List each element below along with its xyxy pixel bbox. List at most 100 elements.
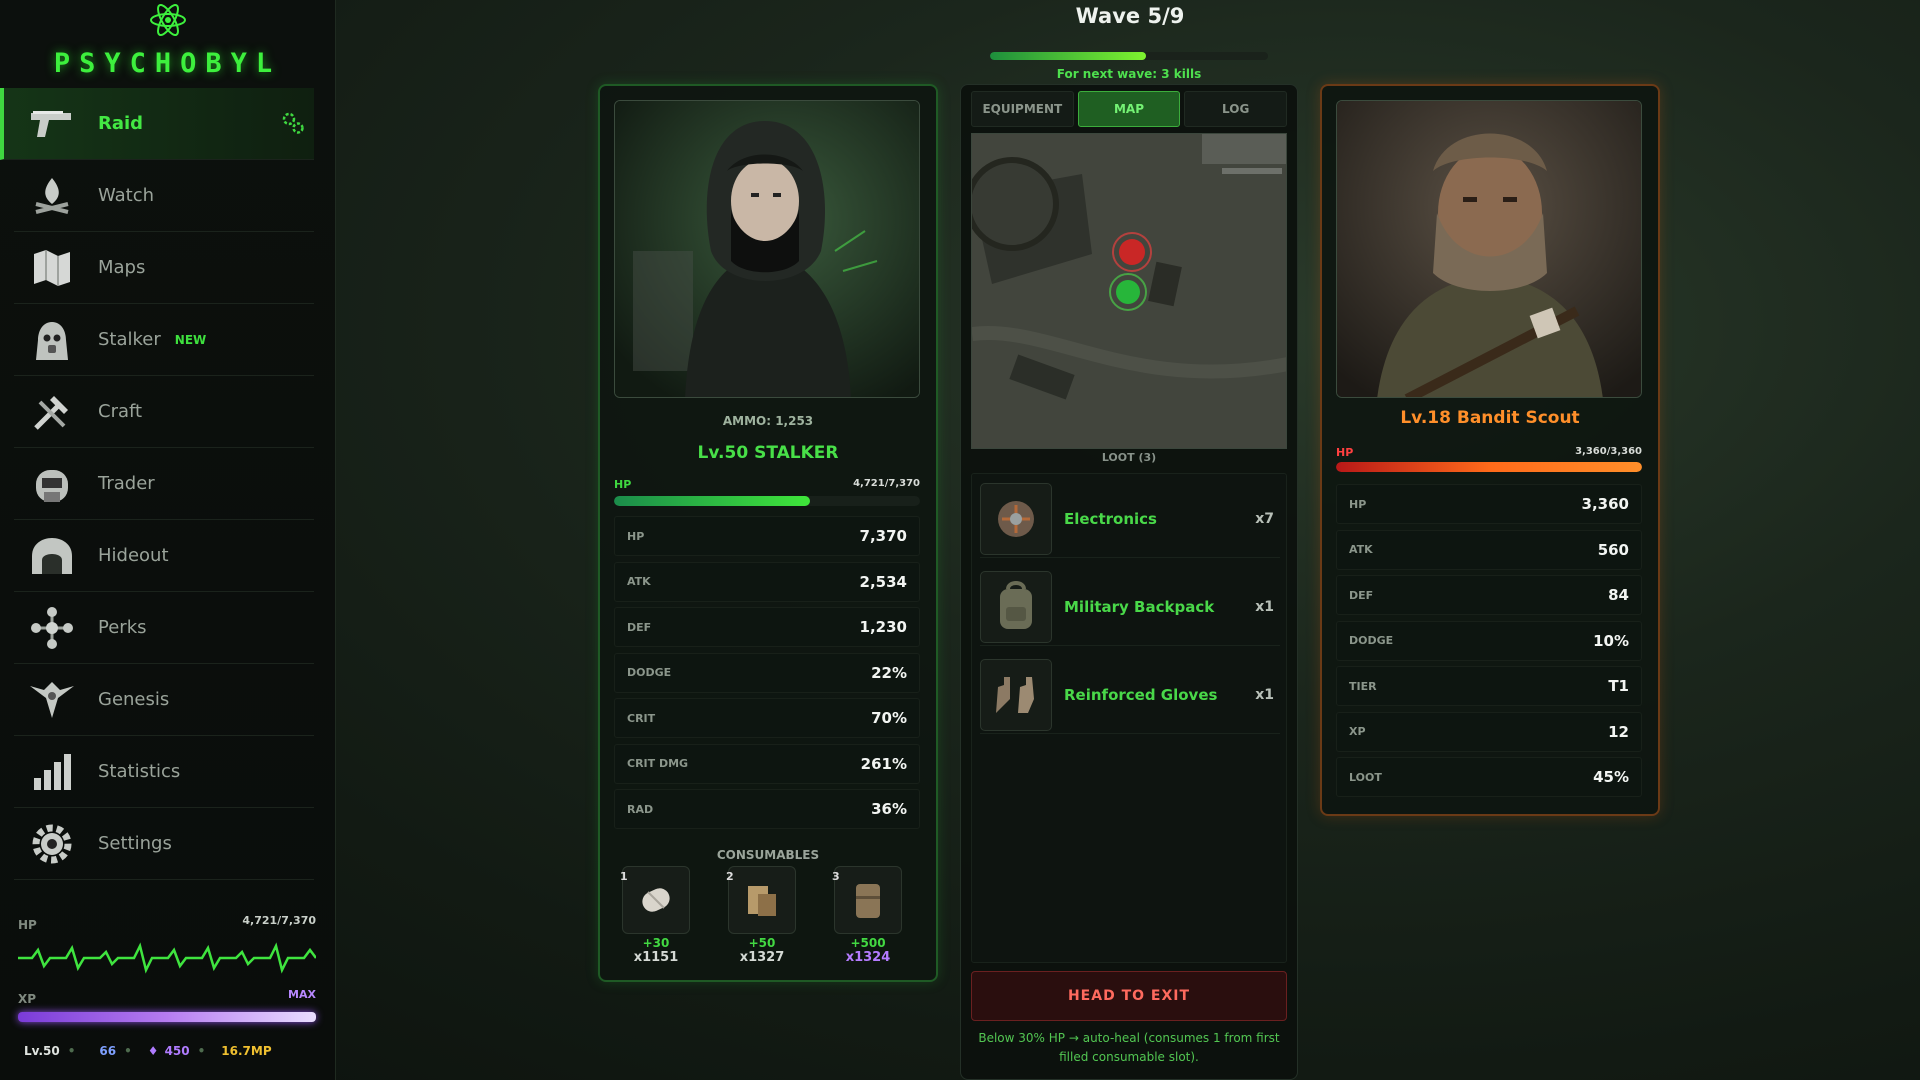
- consumables-title: CONSUMABLES: [716, 848, 820, 862]
- stat-value: T1: [1608, 677, 1629, 695]
- bandage-icon: [642, 888, 670, 912]
- slot-number: 1: [620, 870, 628, 883]
- stat-label: DODGE: [1349, 634, 1394, 647]
- new-badge: NEW: [174, 332, 207, 347]
- auto-heal-note: Below 30% HP → auto-heal (consumes 1 fro…: [978, 1031, 1280, 1064]
- bunker-icon: [28, 532, 76, 580]
- sidebar-item-genesis[interactable]: Genesis: [14, 664, 314, 736]
- medkit-icon: [748, 886, 776, 916]
- enemy-portrait: [1336, 100, 1642, 398]
- tab-equipment[interactable]: EQUIPMENT: [971, 91, 1074, 127]
- wave-progress-bar: [990, 52, 1268, 60]
- tab-log[interactable]: LOG: [1184, 91, 1288, 127]
- sidebar-nav: Raid Watch Maps Stalker NEW Craft Trader…: [0, 88, 314, 880]
- sidebar-item-stalker[interactable]: Stalker NEW: [14, 304, 314, 376]
- stat-row-dodge: DODGE 10%: [1336, 620, 1642, 661]
- stat-value: 45%: [1593, 768, 1629, 786]
- player-hp-fill: [614, 496, 810, 506]
- stat-row-def: DEF 84: [1336, 575, 1642, 615]
- campfire-icon: [28, 172, 76, 220]
- sidebar-item-label: Craft: [98, 401, 143, 422]
- stat-value: 3,360: [1581, 495, 1629, 513]
- logo: PSYCHOBYL: [0, 0, 335, 88]
- enemy-hp-fill: [1336, 462, 1642, 472]
- player-portrait: [614, 100, 920, 398]
- consumable-qty: x1327: [739, 950, 785, 965]
- sidebar-item-label: Watch: [98, 185, 155, 206]
- auto-gears-icon[interactable]: [280, 110, 306, 136]
- loot-list: Electronics x7 Military Backpack x1 Rein…: [971, 473, 1287, 963]
- sidebar-item-raid[interactable]: Raid: [0, 88, 314, 160]
- side-xp-value: MAX: [288, 988, 316, 1001]
- enemy-hp-value: 3,360/3,360: [1575, 446, 1642, 457]
- separator-dot: •: [124, 1044, 132, 1058]
- enemy-hp-bar: [1336, 462, 1642, 472]
- stat-value: 12: [1608, 722, 1629, 741]
- stat-label: HP: [1349, 497, 1367, 511]
- consumable-frame: [728, 866, 796, 934]
- sidebar-item-settings[interactable]: Settings: [14, 808, 314, 880]
- perks-icon: [28, 604, 76, 652]
- consumable-slot-3[interactable]: 3 +500 x1324: [826, 866, 910, 965]
- consumable-qty: x1324: [845, 950, 891, 965]
- sidebar-item-watch[interactable]: Watch: [14, 160, 314, 232]
- sidebar: PSYCHOBYL Raid Watch Maps Stalker NEW Cr…: [0, 0, 336, 1080]
- loot-item-reinforced-gloves[interactable]: Reinforced Gloves x1: [980, 656, 1280, 734]
- app-title: PSYCHOBYL: [53, 48, 282, 79]
- consumable-heal: +50: [748, 936, 776, 950]
- consumable-heal: +500: [850, 936, 886, 950]
- consumable-slot-2[interactable]: 2 +50 x1327: [720, 866, 804, 965]
- player-hp-label: HP: [614, 478, 632, 491]
- sidebar-item-trader[interactable]: Trader: [14, 448, 314, 520]
- stat-row-hp: HP 7,370: [614, 516, 920, 556]
- map-icon: [28, 244, 76, 292]
- player-level: Lv.50: [24, 1044, 60, 1058]
- sidebar-item-label: Maps: [98, 257, 146, 278]
- consumable-frame: [834, 866, 902, 934]
- sidebar-item-statistics[interactable]: Statistics: [14, 736, 314, 808]
- stat-value: 2,534: [859, 572, 907, 591]
- consumable-slot-1[interactable]: 1 +30 x1151: [614, 866, 698, 965]
- stat-label: ATK: [1349, 543, 1373, 556]
- sidebar-item-maps[interactable]: Maps: [14, 232, 314, 304]
- trader-icon: [28, 460, 76, 508]
- stat-label: CRIT DMG: [627, 757, 689, 770]
- wave-title: Wave 5/9: [1075, 4, 1185, 28]
- eagle-icon: [28, 676, 76, 724]
- sidebar-item-label: Perks: [98, 617, 147, 638]
- enemy-hp-label: HP: [1336, 446, 1354, 459]
- enemy-name: Lv.18 Bandit Scout: [1400, 408, 1580, 428]
- loot-item-military-backpack[interactable]: Military Backpack x1: [980, 568, 1280, 646]
- raid-map[interactable]: [971, 133, 1287, 449]
- sidebar-item-label: Genesis: [98, 689, 170, 710]
- sidebar-item-perks[interactable]: Perks: [14, 592, 314, 664]
- sidebar-item-label: Hideout: [98, 545, 169, 566]
- consumable-heal: +30: [642, 936, 670, 950]
- stat-label: DEF: [1349, 588, 1374, 602]
- stat-value: 7,370: [859, 527, 907, 545]
- stat-value: 84: [1608, 586, 1629, 604]
- loot-name: Electronics: [1064, 509, 1157, 528]
- heartbeat-line: [18, 942, 316, 974]
- stat-label: RAD: [627, 802, 654, 816]
- tab-map[interactable]: MAP: [1077, 91, 1181, 127]
- sidebar-item-label: Statistics: [98, 761, 181, 782]
- sidebar-item-craft[interactable]: Craft: [14, 376, 314, 448]
- stat-value: 22%: [871, 663, 907, 682]
- sidebar-item-hideout[interactable]: Hideout: [14, 520, 314, 592]
- mp-value: 16.7MP: [221, 1044, 272, 1058]
- enemy-panel: Lv.18 Bandit Scout HP 3,360/3,360 HP 3,36…: [1320, 84, 1660, 816]
- stat-label: CRIT: [627, 711, 656, 725]
- slot-number: 2: [726, 870, 734, 883]
- backpack-icon: [980, 570, 1052, 643]
- separator-dot: •: [67, 1044, 76, 1058]
- sidebar-item-label: Raid: [98, 113, 144, 134]
- loot-item-electronics[interactable]: Electronics x7: [980, 480, 1280, 558]
- stat-label: ATK: [627, 575, 651, 588]
- stat-label: HP: [627, 529, 645, 543]
- head-to-exit-button[interactable]: HEAD TO EXIT: [971, 971, 1287, 1021]
- pistol-icon: [28, 100, 76, 148]
- player-name: Lv.50 STALKER: [697, 443, 839, 463]
- stat-label: DEF: [627, 620, 652, 634]
- side-xp-label: XP: [18, 992, 37, 1006]
